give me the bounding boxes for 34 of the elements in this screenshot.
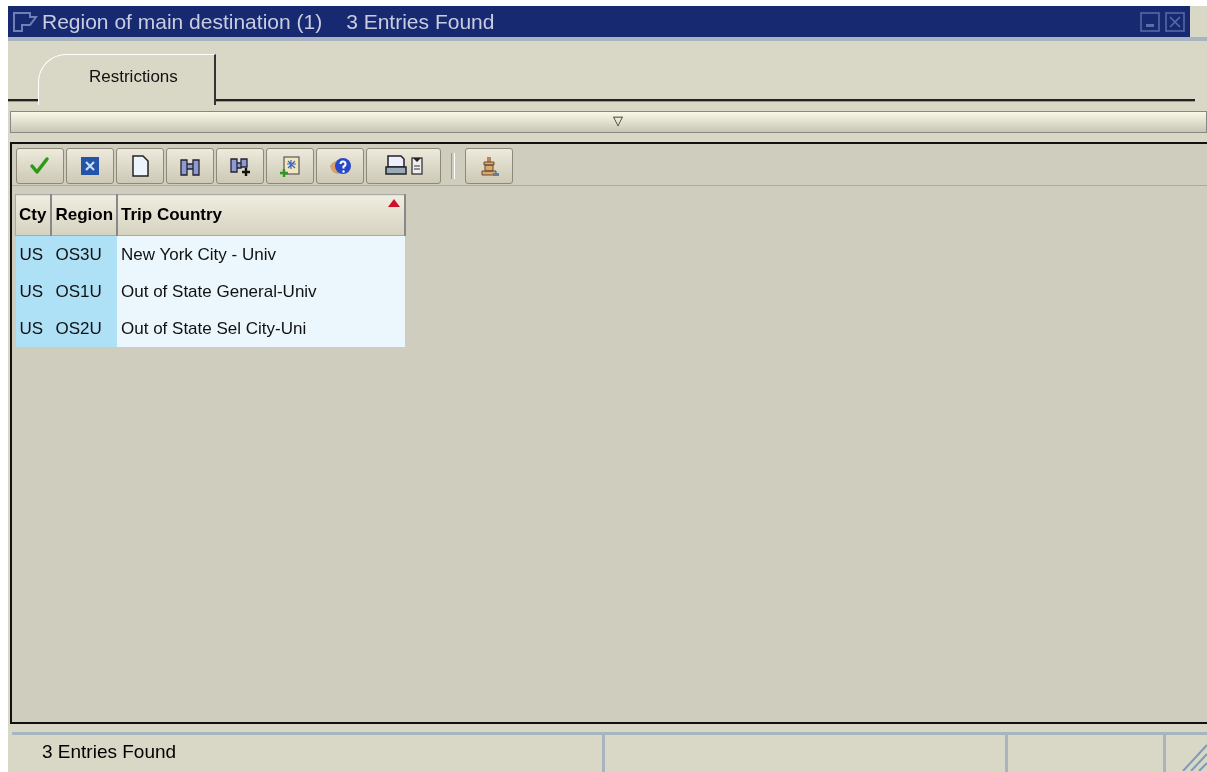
window-icon [12, 10, 38, 33]
table-row[interactable]: US OS2U Out of State Sel City-Uni [15, 310, 405, 347]
collapse-bar[interactable]: ▽ [10, 111, 1207, 133]
page-button[interactable] [116, 147, 164, 184]
spool-button[interactable] [465, 147, 513, 184]
column-header[interactable]: Trip Country [117, 194, 405, 236]
collapse-toggle[interactable]: ▽ [612, 112, 623, 132]
binoculars-plus-button[interactable] [216, 147, 264, 184]
print-button[interactable] [366, 147, 441, 184]
table-cell: US [15, 310, 52, 347]
table-row[interactable]: US OS3U New York City - Univ [15, 235, 405, 273]
sparkle-page-icon [278, 153, 302, 178]
status-message: 3 Entries Found [12, 735, 605, 772]
table-row[interactable]: US OS1U Out of State General-Univ [15, 273, 405, 310]
table-cell: Out of State Sel City-Uni [117, 310, 405, 347]
table-cell: OS2U [51, 310, 117, 347]
table-cell: OS3U [51, 235, 117, 273]
cancel-button[interactable] [66, 147, 114, 184]
binoculars-button[interactable] [166, 147, 214, 184]
help-button[interactable] [316, 147, 364, 184]
column-header[interactable]: Cty [15, 194, 52, 236]
tab[interactable]: Restrictions [38, 54, 216, 105]
table-cell: US [15, 235, 52, 273]
table-cell: OS1U [51, 273, 117, 310]
check-button[interactable] [16, 147, 64, 184]
table-cell: US [15, 273, 52, 310]
window-subtitle: 3 Entries Found [346, 9, 495, 34]
table-cell: New York City - Univ [117, 235, 405, 273]
close-icon[interactable] [1165, 11, 1185, 32]
printer-icon [383, 153, 408, 178]
minimize-icon[interactable] [1140, 11, 1160, 32]
window-title: Region of main destination (1) [42, 9, 323, 34]
table-cell: Out of State General-Univ [117, 273, 405, 310]
column-header[interactable]: Region [51, 194, 117, 236]
